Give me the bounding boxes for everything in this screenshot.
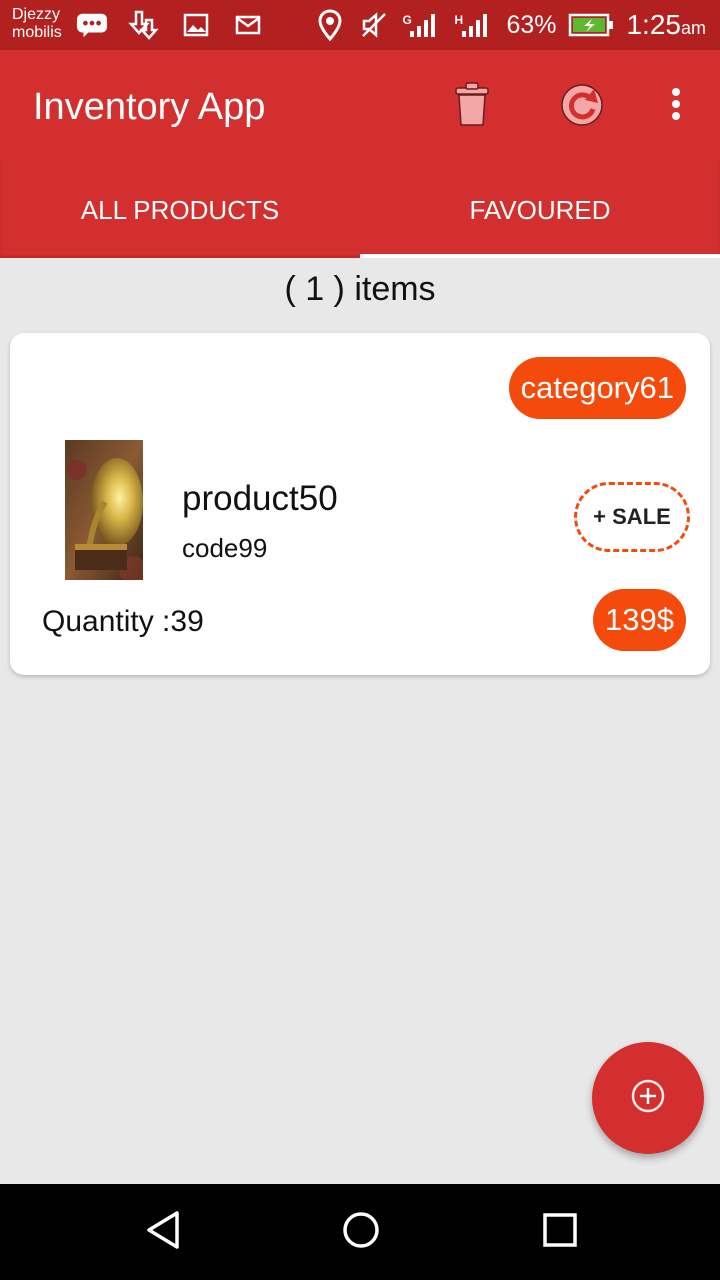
product-image bbox=[65, 440, 143, 580]
add-circle-icon bbox=[630, 1078, 666, 1119]
refresh-icon bbox=[558, 79, 608, 134]
back-icon bbox=[143, 1209, 183, 1256]
carrier-name: Djezzy mobilis bbox=[12, 6, 62, 41]
tab-all-products[interactable]: ALL PRODUCTS bbox=[0, 162, 360, 258]
refresh-button[interactable] bbox=[557, 80, 609, 132]
image-icon bbox=[180, 11, 212, 39]
clock: 1:25am bbox=[626, 9, 706, 40]
tab-favoured[interactable]: FAVOURED bbox=[360, 162, 720, 258]
status-bar: Djezzy mobilis G H 63% 1:25am bbox=[0, 0, 720, 50]
home-icon bbox=[341, 1210, 381, 1255]
home-button[interactable] bbox=[335, 1206, 387, 1258]
app-bar: Inventory App bbox=[0, 50, 720, 162]
delete-icon bbox=[453, 80, 491, 133]
message-icon bbox=[76, 11, 108, 39]
product-name: product50 bbox=[182, 479, 338, 518]
recents-icon bbox=[542, 1212, 578, 1253]
back-button[interactable] bbox=[137, 1206, 189, 1258]
battery-icon bbox=[568, 11, 614, 39]
download-icon bbox=[128, 10, 160, 40]
battery-percent: 63% bbox=[506, 10, 557, 39]
tab-bar: ALL PRODUCTS FAVOURED bbox=[0, 162, 720, 258]
sale-button[interactable]: + SALE bbox=[574, 482, 690, 552]
more-vert-icon bbox=[670, 86, 682, 127]
item-count: ( 1 ) items bbox=[284, 270, 436, 308]
delete-all-button[interactable] bbox=[446, 80, 498, 132]
mute-icon bbox=[358, 11, 390, 39]
location-icon bbox=[314, 9, 346, 41]
price-badge: 139$ bbox=[593, 589, 686, 651]
mail-icon bbox=[232, 11, 264, 39]
product-quantity: Quantity :39 bbox=[42, 605, 204, 638]
add-product-button[interactable] bbox=[592, 1042, 704, 1154]
recents-button[interactable] bbox=[534, 1206, 586, 1258]
category-badge: category61 bbox=[508, 357, 686, 419]
overflow-menu-button[interactable] bbox=[650, 80, 702, 132]
app-title: Inventory App bbox=[33, 86, 266, 128]
signal-icon: H bbox=[454, 11, 494, 39]
product-code: code99 bbox=[182, 533, 268, 563]
signal-icon: G bbox=[402, 11, 442, 39]
product-card[interactable]: category61 product50 code99 + SALE Quant… bbox=[10, 333, 710, 675]
navigation-bar bbox=[0, 1184, 720, 1280]
